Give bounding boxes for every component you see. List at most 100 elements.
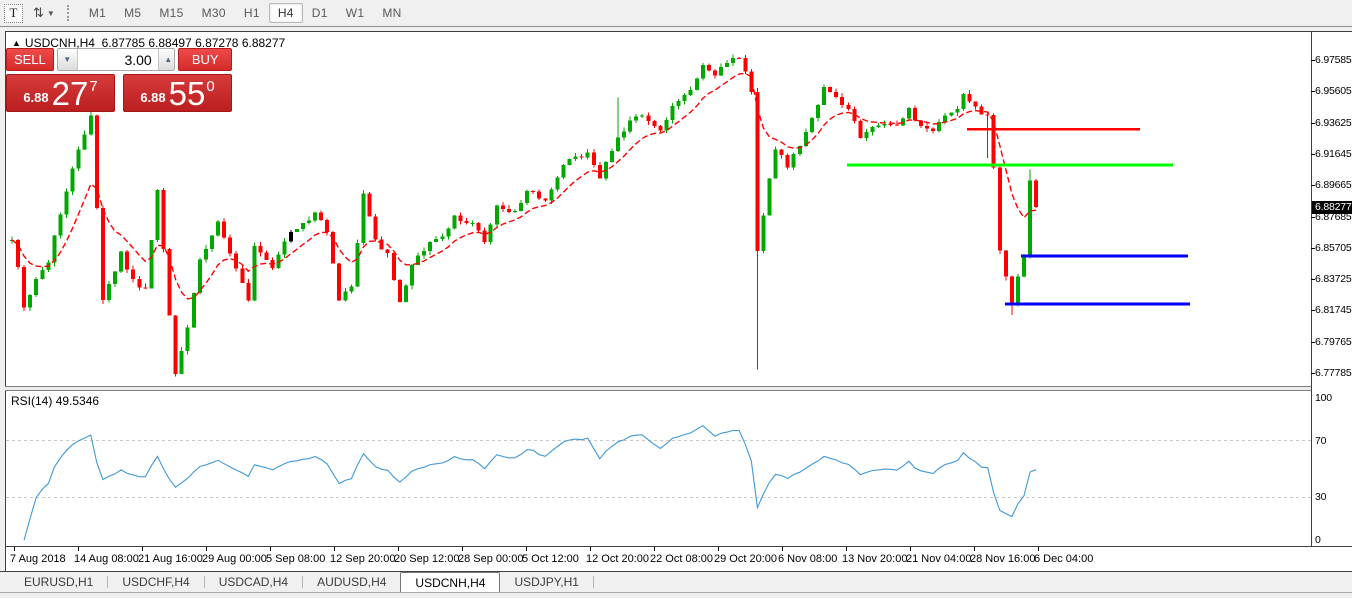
date-axis-tick [142, 547, 143, 551]
price-axis-tick [1311, 373, 1315, 374]
volume-input[interactable] [78, 49, 158, 70]
volume-increase-button[interactable]: ▲ [158, 49, 176, 70]
timeframe-button-group: M1M5M15M30H1H4D1W1MN [80, 3, 411, 23]
up-triangle-icon: ▲ [12, 38, 21, 48]
window-bottom-edge [0, 592, 1352, 598]
date-axis-label: 12 Oct 20:00 [586, 553, 649, 565]
date-axis-tick [974, 547, 975, 551]
chart-tab-eurusdh1[interactable]: EURUSD,H1 [10, 572, 107, 592]
volume-stepper: ▼ ▲ [57, 48, 176, 71]
chevron-down-icon[interactable]: ▼ [47, 9, 55, 18]
chart-tab-usdcadh4[interactable]: USDCAD,H4 [205, 572, 302, 592]
price-axis-tick [1311, 310, 1315, 311]
date-axis-tick [1038, 547, 1039, 551]
date-axis-label: 5 Oct 12:00 [522, 553, 579, 565]
date-axis-tick [782, 547, 783, 551]
date-axis-tick [590, 547, 591, 551]
tab-divider [593, 576, 594, 588]
sell-button[interactable]: SELL [6, 48, 54, 71]
price-axis-label: 6.95605 [1315, 85, 1352, 97]
rsi-canvas[interactable] [6, 391, 1311, 546]
date-axis-tick [78, 547, 79, 551]
date-axis-tick [846, 547, 847, 551]
date-axis-label: 6 Dec 04:00 [1034, 553, 1093, 565]
volume-decrease-button[interactable]: ▼ [58, 49, 78, 70]
price-axis-tick [1311, 123, 1315, 124]
price-axis-label: 6.81745 [1315, 304, 1352, 316]
timeframe-button-H4[interactable]: H4 [269, 3, 303, 23]
timeframe-button-MN[interactable]: MN [373, 3, 410, 23]
timeframe-button-H1[interactable]: H1 [235, 3, 269, 23]
price-axis-label: 6.97585 [1315, 54, 1352, 66]
chart-tab-usdchfh4[interactable]: USDCHF,H4 [108, 572, 203, 592]
date-axis-tick [910, 547, 911, 551]
price-axis-label: 6.93625 [1315, 117, 1352, 129]
price-axis-label: 6.85705 [1315, 242, 1352, 254]
rsi-axis-label: 100 [1315, 392, 1332, 404]
chart-tab-usdcnhh4[interactable]: USDCNH,H4 [400, 572, 500, 592]
top-toolbar: T ⇅▼ M1M5M15M30H1H4D1W1MN [0, 0, 1352, 27]
date-axis-tick [718, 547, 719, 551]
date-axis-tick [334, 547, 335, 551]
price-axis-label: 6.83725 [1315, 273, 1352, 285]
date-axis-label: 21 Aug 16:00 [138, 553, 203, 565]
rsi-axis-label: 0 [1315, 534, 1321, 546]
chart-tab-audusdh4[interactable]: AUDUSD,H4 [303, 572, 400, 592]
date-axis-tick [270, 547, 271, 551]
cycle-arrows-icon[interactable]: ⇅▼ [33, 5, 55, 21]
date-axis-label: 6 Nov 08:00 [778, 553, 837, 565]
buy-price-display[interactable]: 6.88 55 0 [123, 74, 232, 112]
buy-price-sup: 0 [206, 78, 214, 95]
price-axis-label: 6.79765 [1315, 336, 1352, 348]
current-price-tag: 6.88277 [1312, 201, 1352, 214]
sell-price-base: 6.88 [23, 90, 48, 105]
rsi-indicator-label: RSI(14) 49.5346 [11, 394, 99, 408]
date-axis-label: 28 Nov 16:00 [970, 553, 1035, 565]
date-axis-label: 29 Oct 20:00 [714, 553, 777, 565]
date-axis-tick [462, 547, 463, 551]
price-axis-tick [1311, 154, 1315, 155]
price-axis-tick [1311, 279, 1315, 280]
price-axis-label: 6.91645 [1315, 148, 1352, 160]
date-axis-label: 29 Aug 00:00 [202, 553, 267, 565]
price-axis-label: 6.77785 [1315, 367, 1352, 379]
date-axis-label: 7 Aug 2018 [10, 553, 66, 565]
date-axis-tick [526, 547, 527, 551]
toolbar-grip [67, 5, 72, 21]
one-click-trading-panel: SELL ▼ ▲ BUY 6.88 27 7 6.88 55 0 [6, 48, 232, 112]
date-axis-label: 13 Nov 20:00 [842, 553, 907, 565]
buy-button[interactable]: BUY [178, 48, 232, 71]
price-axis-tick [1311, 217, 1315, 218]
timeframe-button-M5[interactable]: M5 [115, 3, 150, 23]
sell-price-big: 27 [52, 79, 89, 109]
rsi-axis-label: 30 [1315, 491, 1326, 503]
chart-tab-usdjpyh1[interactable]: USDJPY,H1 [500, 572, 592, 592]
text-tool-button[interactable]: T [4, 4, 23, 23]
date-axis-label: 14 Aug 08:00 [74, 553, 139, 565]
date-axis-tick [206, 547, 207, 551]
date-axis-tick [14, 547, 15, 551]
date-axis-label: 12 Sep 20:00 [330, 553, 395, 565]
rsi-current-value: 49.5346 [56, 394, 99, 408]
date-axis-label: 20 Sep 12:00 [394, 553, 459, 565]
buy-price-base: 6.88 [140, 90, 165, 105]
price-axis-label: 6.89665 [1315, 179, 1352, 191]
timeframe-button-M1[interactable]: M1 [80, 3, 115, 23]
price-axis[interactable] [1311, 32, 1352, 571]
sell-price-display[interactable]: 6.88 27 7 [6, 74, 115, 112]
date-axis-label: 22 Oct 08:00 [650, 553, 713, 565]
chart-tab-bar: EURUSD,H1USDCHF,H4USDCAD,H4AUDUSD,H4USDC… [0, 572, 1352, 592]
price-axis-tick [1311, 342, 1315, 343]
date-axis-label: 21 Nov 04:00 [906, 553, 971, 565]
buy-price-big: 55 [169, 79, 206, 109]
date-axis-label: 5 Sep 08:00 [266, 553, 325, 565]
date-axis-tick [398, 547, 399, 551]
timeframe-button-D1[interactable]: D1 [303, 3, 337, 23]
timeframe-button-M15[interactable]: M15 [150, 3, 192, 23]
price-axis-tick [1311, 91, 1315, 92]
date-axis-tick [654, 547, 655, 551]
close-value: 6.88277 [242, 36, 285, 50]
date-axis[interactable]: 7 Aug 2018 14 Aug 08:0021 Aug 16:0029 Aug… [6, 547, 1352, 571]
timeframe-button-W1[interactable]: W1 [337, 3, 374, 23]
timeframe-button-M30[interactable]: M30 [193, 3, 235, 23]
